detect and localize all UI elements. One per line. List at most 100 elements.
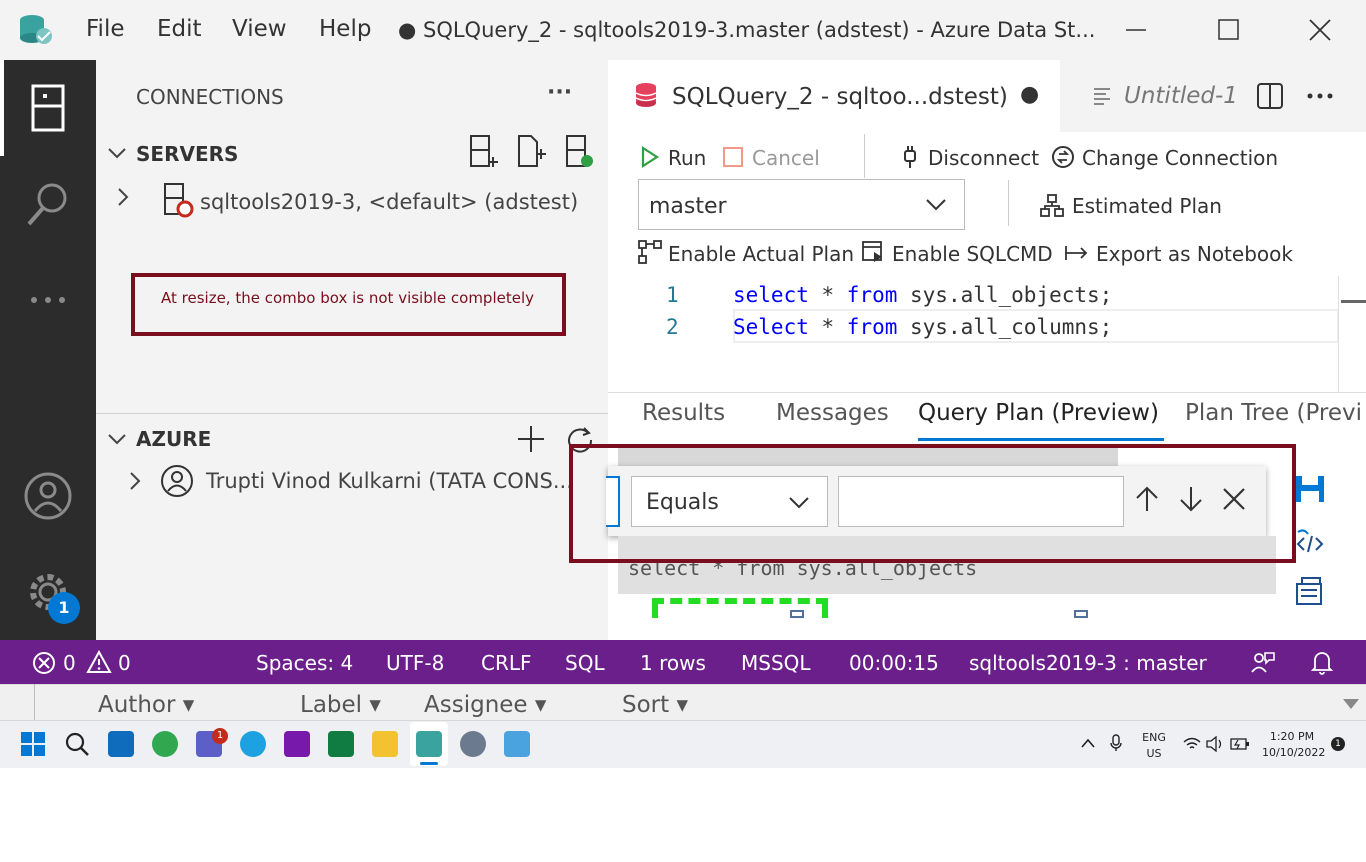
tray-date[interactable]: 10/10/2022: [1262, 746, 1325, 759]
run-icon[interactable]: [640, 146, 660, 168]
settings-app-icon[interactable]: [460, 731, 486, 757]
filter-assignee[interactable]: Assignee ▾: [424, 692, 546, 718]
warning-count[interactable]: 0: [118, 651, 131, 675]
warning-icon[interactable]: [86, 650, 112, 674]
server-chevron-right-icon[interactable]: [112, 186, 134, 208]
server-item-label[interactable]: sqltools2019-3, <default> (adstest): [200, 190, 578, 214]
code-line-1[interactable]: select * from sys.all_objects;: [733, 283, 1112, 307]
filter-sort[interactable]: Sort ▾: [622, 692, 688, 718]
sqlcmd-icon[interactable]: [862, 240, 886, 264]
connections-icon[interactable]: [24, 84, 72, 132]
account-icon[interactable]: [24, 472, 72, 520]
add-account-icon[interactable]: [516, 424, 546, 454]
azure-chevron-right-icon[interactable]: [124, 470, 146, 492]
editor-more-icon[interactable]: [1306, 84, 1336, 108]
code-line-2[interactable]: Select * from sys.all_columns;: [733, 315, 1112, 339]
estimated-plan-icon[interactable]: [1040, 194, 1064, 218]
line-number: 2: [666, 315, 679, 339]
estimated-plan-button[interactable]: Estimated Plan: [1072, 194, 1222, 218]
server-disconnected-icon: [162, 182, 196, 218]
tab-messages[interactable]: Messages: [776, 400, 889, 426]
tab-dirty-indicator[interactable]: ●: [1020, 82, 1039, 107]
outlook-icon[interactable]: [108, 731, 134, 757]
status-spaces[interactable]: Spaces: 4: [256, 651, 353, 675]
tab-untitled-label[interactable]: Untitled-1: [1124, 83, 1238, 109]
filter-author[interactable]: Author ▾: [98, 692, 194, 718]
file-explorer-icon[interactable]: [372, 731, 398, 757]
minimap[interactable]: [1338, 276, 1366, 392]
status-eol[interactable]: CRLF: [481, 651, 532, 675]
scroll-down-icon[interactable]: [1340, 696, 1362, 712]
change-connection-icon[interactable]: [1050, 144, 1076, 170]
menu-view[interactable]: View: [232, 16, 287, 42]
tab-plan-tree[interactable]: Plan Tree (Previ: [1185, 400, 1362, 426]
tray-language[interactable]: ENG: [1138, 731, 1170, 744]
annotation-text: At resize, the combo box is not visible …: [161, 289, 535, 307]
edge-icon[interactable]: [240, 731, 266, 757]
maximize-icon[interactable]: [1210, 14, 1246, 46]
menu-file[interactable]: File: [86, 16, 125, 42]
cancel-icon[interactable]: [722, 146, 744, 168]
export-arrow-icon[interactable]: [1064, 244, 1090, 262]
minimize-icon[interactable]: [1118, 14, 1154, 46]
change-connection-button[interactable]: Change Connection: [1082, 146, 1278, 170]
feedback-icon[interactable]: [1250, 650, 1276, 676]
close-window-icon[interactable]: [1302, 14, 1338, 46]
azure-chevron-down-icon[interactable]: [106, 428, 128, 450]
export-notebook-button[interactable]: Export as Notebook: [1096, 242, 1293, 266]
battery-icon[interactable]: [1230, 738, 1250, 750]
azure-account-label[interactable]: Trupti Vinod Kulkarni (TATA CONS...: [206, 469, 573, 493]
new-server-group-icon[interactable]: [516, 134, 546, 170]
tray-time[interactable]: 1:20 PM: [1262, 730, 1322, 743]
disconnect-plug-icon[interactable]: [900, 144, 920, 170]
open-query-icon[interactable]: [1294, 576, 1326, 606]
excel-icon[interactable]: [328, 731, 354, 757]
start-windows-icon[interactable]: [21, 732, 45, 756]
connections-title: CONNECTIONS: [136, 85, 284, 109]
more-icon[interactable]: [24, 276, 72, 324]
wifi-icon[interactable]: [1182, 736, 1202, 752]
enable-sqlcmd-button[interactable]: Enable SQLCMD: [892, 242, 1053, 266]
status-connection[interactable]: sqltools2019-3 : master: [969, 651, 1207, 675]
menu-edit[interactable]: Edit: [157, 16, 202, 42]
menu-help[interactable]: Help: [319, 16, 371, 42]
cancel-button[interactable]: Cancel: [752, 146, 820, 170]
paint-icon[interactable]: [504, 731, 530, 757]
show-xml-icon[interactable]: [1294, 528, 1326, 558]
run-button[interactable]: Run: [668, 146, 706, 170]
notification-count-badge[interactable]: 1: [1331, 737, 1345, 751]
status-language[interactable]: SQL: [565, 651, 605, 675]
tab-query-plan[interactable]: Query Plan (Preview): [918, 400, 1159, 426]
enable-actual-plan-button[interactable]: Enable Actual Plan: [668, 242, 854, 266]
status-time: 00:00:15: [849, 651, 939, 675]
new-connection-icon[interactable]: [468, 134, 498, 170]
filter-label[interactable]: Label ▾: [300, 692, 381, 718]
taskbar-search-icon[interactable]: [64, 731, 90, 757]
microphone-icon[interactable]: [1110, 734, 1122, 752]
activity-bar: [0, 60, 96, 640]
database-select[interactable]: master: [638, 179, 965, 230]
tray-chevron-up-icon[interactable]: [1080, 736, 1096, 750]
volume-icon[interactable]: [1206, 736, 1224, 752]
notifications-bell-icon[interactable]: [1310, 650, 1334, 676]
save-plan-icon[interactable]: [1294, 474, 1326, 504]
error-count[interactable]: 0: [63, 651, 76, 675]
status-provider[interactable]: MSSQL: [741, 651, 811, 675]
servers-chevron-down-icon[interactable]: [106, 142, 128, 164]
error-icon[interactable]: [32, 651, 56, 675]
split-editor-icon[interactable]: [1256, 82, 1284, 110]
plan-node-icon: [790, 610, 804, 618]
status-encoding[interactable]: UTF-8: [386, 651, 444, 675]
active-connections-icon[interactable]: [564, 134, 594, 170]
disconnect-button[interactable]: Disconnect: [928, 146, 1039, 170]
onenote-icon[interactable]: [284, 731, 310, 757]
azure-data-studio-icon[interactable]: [416, 731, 442, 757]
tray-region[interactable]: US: [1138, 747, 1170, 760]
actual-plan-icon[interactable]: [638, 240, 662, 264]
connections-more-button[interactable]: ···: [547, 80, 572, 105]
database-select-value: master: [649, 194, 727, 219]
tab-results[interactable]: Results: [642, 400, 725, 426]
tab-sqlquery-label[interactable]: SQLQuery_2 - sqltoo...dstest): [672, 84, 1008, 110]
edge-dev-icon[interactable]: [152, 731, 178, 757]
search-icon[interactable]: [24, 180, 72, 228]
